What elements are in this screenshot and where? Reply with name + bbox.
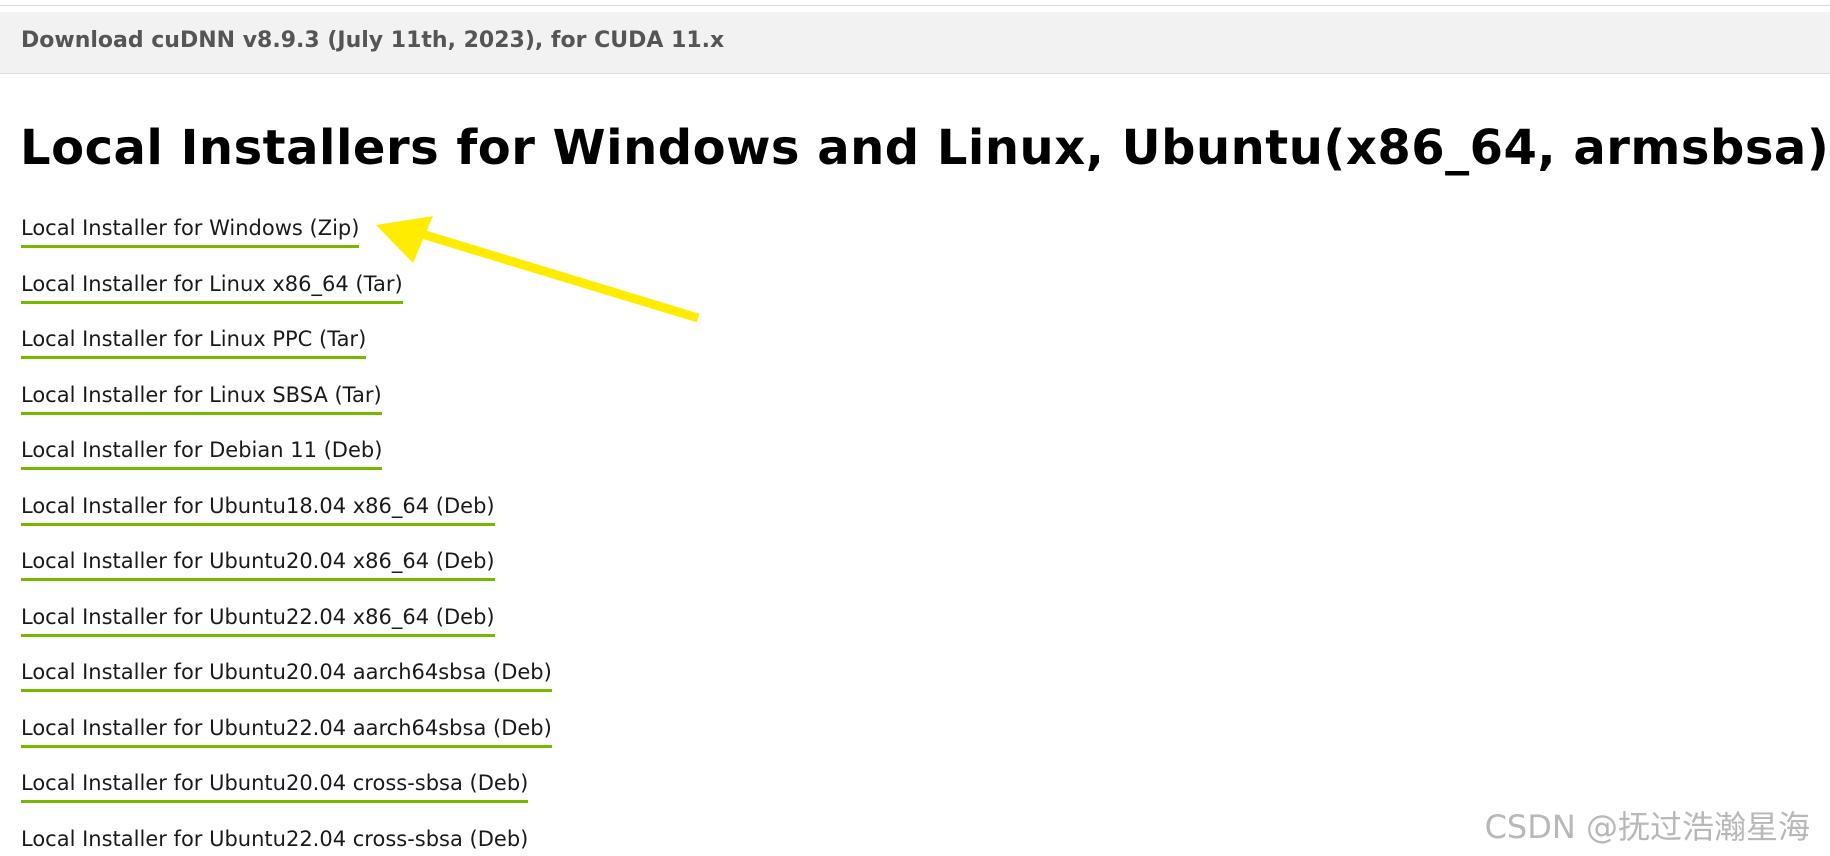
installer-link-ubuntu2204-x86-64-deb[interactable]: Local Installer for Ubuntu22.04 x86_64 (… (21, 603, 495, 637)
top-divider (0, 5, 1830, 6)
installer-link-ubuntu2004-aarch64sbsa-deb[interactable]: Local Installer for Ubuntu20.04 aarch64s… (21, 658, 552, 692)
list-item: Local Installer for Ubuntu20.04 x86_64 (… (21, 547, 552, 603)
watermark: CSDN @抚过浩瀚星海 (1484, 808, 1810, 846)
list-item: Local Installer for Ubuntu22.04 cross-sb… (21, 825, 552, 856)
list-item: Local Installer for Linux PPC (Tar) (21, 325, 552, 381)
installer-link-ubuntu2204-aarch64sbsa-deb[interactable]: Local Installer for Ubuntu22.04 aarch64s… (21, 714, 552, 748)
installer-link-ubuntu2004-x86-64-deb[interactable]: Local Installer for Ubuntu20.04 x86_64 (… (21, 547, 495, 581)
arrow-shaft (410, 226, 700, 323)
list-item: Local Installer for Ubuntu20.04 cross-sb… (21, 769, 552, 825)
list-item: Local Installer for Debian 11 (Deb) (21, 436, 552, 492)
list-item: Local Installer for Ubuntu18.04 x86_64 (… (21, 492, 552, 548)
installer-link-ubuntu2004-cross-sbsa-deb[interactable]: Local Installer for Ubuntu20.04 cross-sb… (21, 769, 529, 803)
arrow-pointer-icon (376, 216, 700, 323)
list-item: Local Installer for Ubuntu20.04 aarch64s… (21, 658, 552, 714)
list-item: Local Installer for Ubuntu22.04 aarch64s… (21, 714, 552, 770)
installer-link-linux-ppc-tar[interactable]: Local Installer for Linux PPC (Tar) (21, 325, 367, 359)
installer-link-ubuntu1804-x86-64-deb[interactable]: Local Installer for Ubuntu18.04 x86_64 (… (21, 492, 495, 526)
list-item: Local Installer for Linux SBSA (Tar) (21, 381, 552, 437)
installer-link-ubuntu2204-cross-sbsa-deb[interactable]: Local Installer for Ubuntu22.04 cross-sb… (21, 825, 529, 856)
installer-link-linux-x86-64-tar[interactable]: Local Installer for Linux x86_64 (Tar) (21, 270, 403, 304)
section-heading: Local Installers for Windows and Linux, … (20, 120, 1830, 176)
installer-link-debian-11-deb[interactable]: Local Installer for Debian 11 (Deb) (21, 436, 383, 470)
installer-link-linux-sbsa-tar[interactable]: Local Installer for Linux SBSA (Tar) (21, 381, 382, 415)
page: Download cuDNN v8.9.3 (July 11th, 2023),… (0, 0, 1830, 856)
accordion-title[interactable]: Download cuDNN v8.9.3 (July 11th, 2023),… (21, 28, 724, 53)
accordion-header[interactable]: Download cuDNN v8.9.3 (July 11th, 2023),… (0, 12, 1830, 74)
installer-link-windows-zip[interactable]: Local Installer for Windows (Zip) (21, 214, 360, 248)
list-item: Local Installer for Ubuntu22.04 x86_64 (… (21, 603, 552, 659)
arrow-head (376, 216, 433, 263)
